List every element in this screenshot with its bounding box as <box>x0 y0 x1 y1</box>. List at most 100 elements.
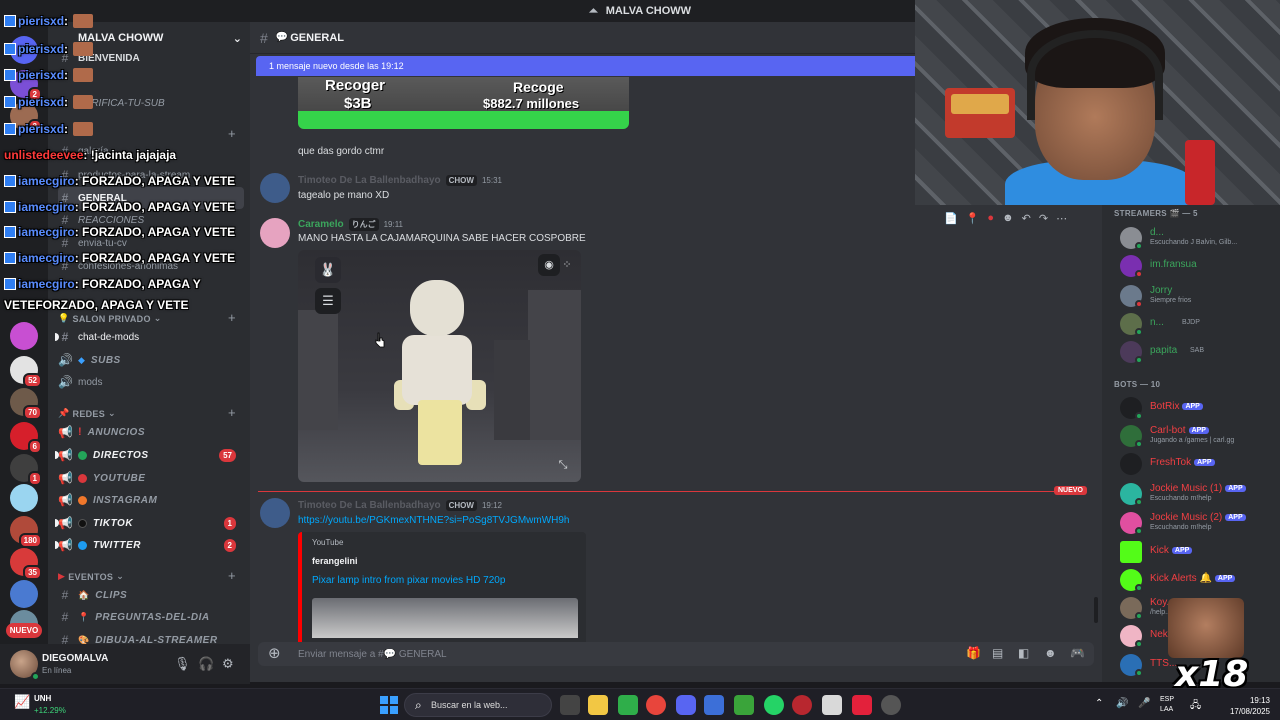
channel-directos[interactable]: 📢 DIRECTOS 57 <box>55 444 244 466</box>
member-item[interactable]: FreshTok APP <box>1120 451 1278 477</box>
game-screenshot-image[interactable]: Recoger $3B Recoge $882.7 millones <box>298 77 629 129</box>
plus-icon[interactable]: + <box>228 405 236 420</box>
message-input[interactable] <box>298 642 898 666</box>
server-icon-10[interactable]: 35 <box>10 548 42 580</box>
category-eventos[interactable]: ▶ EVENTOS ⌄ <box>58 571 124 582</box>
channel-chat-de-mods[interactable]: # chat-de-mods <box>55 326 244 348</box>
author-name[interactable]: Timoteo De La Ballenbadhayo <box>298 175 441 186</box>
member-item[interactable]: BotRix APP <box>1120 395 1278 421</box>
channel-youtube[interactable]: 📢 YOUTUBE <box>58 467 244 489</box>
obs-icon[interactable] <box>881 695 901 715</box>
grid-icon[interactable]: ⁘ <box>556 254 578 276</box>
palette-icon: 🎨 <box>78 634 90 645</box>
channel-clips[interactable]: # 🏠 CLIPS <box>58 584 244 606</box>
channel-twitter[interactable]: 📢 TWITTER 2 <box>55 534 244 556</box>
channel-preguntas[interactable]: # 📍 PREGUNTAS-DEL-DIA <box>58 606 244 628</box>
collapse-icon[interactable]: ⤡ <box>552 454 574 476</box>
embed-author[interactable]: ferangelini <box>312 556 358 566</box>
sticker-icon[interactable]: ◧ <box>1018 646 1029 660</box>
server-icon-6[interactable]: 6 <box>10 422 42 454</box>
volume-icon[interactable]: 🔊 <box>1116 698 1128 709</box>
headphones-icon[interactable]: 🎧 <box>198 656 214 672</box>
store-icon[interactable] <box>704 695 724 715</box>
windows-start-icon[interactable] <box>380 696 398 714</box>
member-item[interactable]: n... BJDP <box>1120 311 1278 337</box>
microphone-icon[interactable]: 🎙 <box>174 656 191 672</box>
member-item[interactable]: Jockie Music (2) APP Escuchando m!help <box>1120 510 1278 536</box>
xbox-icon[interactable] <box>618 695 638 715</box>
new-unreads-pill[interactable]: NUEVO <box>6 623 42 638</box>
pin-icon[interactable]: 📍 <box>966 212 980 225</box>
chrome-icon[interactable] <box>646 695 666 715</box>
emoji-icon[interactable]: ☻ <box>1044 646 1057 660</box>
taskbar-clock[interactable]: 19:13 17/08/2025 <box>1222 695 1270 717</box>
language-indicator[interactable]: ESP LAA <box>1160 695 1174 715</box>
task-view-icon[interactable] <box>560 695 580 715</box>
whatsapp-icon[interactable] <box>764 695 784 715</box>
server-icon-3[interactable] <box>10 322 38 350</box>
author-name[interactable]: Timoteo De La Ballenbadhayo <box>298 500 441 511</box>
channel-instagram[interactable]: 📢 INSTAGRAM <box>58 489 244 511</box>
stream-chat-line: iamecgiro: FORZADO, APAGA Y <box>4 277 201 291</box>
ticker-name[interactable]: UNH <box>34 694 51 703</box>
member-item[interactable]: Kick Alerts 🔔 APP <box>1120 567 1278 593</box>
gift-icon[interactable]: 🎁 <box>966 646 981 660</box>
member-item[interactable]: Jorry Siempre frios <box>1120 283 1278 309</box>
chevron-up-icon[interactable]: ⌃ <box>1095 698 1103 709</box>
microphone-icon[interactable]: 🎤 <box>1138 698 1150 709</box>
gif-icon[interactable]: ▤ <box>992 646 1003 660</box>
member-item[interactable]: Kick APP <box>1120 539 1278 565</box>
forward-icon[interactable]: ↷ <box>1039 212 1048 225</box>
member-item[interactable]: Carl-bot APP Jugando a /games | carl.gg <box>1120 423 1278 449</box>
plus-icon[interactable]: + <box>228 568 236 583</box>
sliders-icon[interactable]: ☰ <box>315 288 341 314</box>
server-icon-8[interactable] <box>10 484 38 512</box>
member-item[interactable]: im.fransua <box>1120 253 1278 279</box>
reply-icon[interactable]: ↶ <box>1022 212 1031 225</box>
emoji-icon[interactable]: ☻ <box>1002 212 1014 224</box>
stream-chat-line: iamecgiro: FORZADO, APAGA Y VETE <box>4 174 235 188</box>
roblox-avatar-image[interactable]: 🐰 ☰ ◉ ⁘ ⤡ <box>298 250 581 482</box>
gamepad-icon[interactable]: 🎮 <box>1070 646 1085 660</box>
channel-mods[interactable]: 🔊 mods <box>58 371 244 393</box>
discord-icon[interactable] <box>676 695 696 715</box>
plus-circle-icon[interactable]: ⊕ <box>268 644 281 662</box>
channel-dibuja[interactable]: # 🎨 DIBUJA-AL-STREAMER <box>58 629 244 644</box>
server-badge: 1 <box>27 471 42 486</box>
app-badge: APP <box>1182 403 1203 410</box>
embed-title[interactable]: Pixar lamp intro from pixar movies HD 72… <box>312 575 505 586</box>
taskbar-search[interactable]: ⌕ Buscar en la web... <box>404 693 552 717</box>
member-item[interactable]: d... Escuchando J Balvin, Gilb... <box>1120 225 1278 251</box>
video-thumbnail[interactable] <box>312 598 578 638</box>
channel-subs[interactable]: 🔊 ◆ SUBS <box>58 349 244 371</box>
channel-tiktok[interactable]: 📢 TIKTOK 1 <box>55 512 244 534</box>
category-redes[interactable]: 📌 REDES ⌄ <box>58 408 116 419</box>
channel-title: GENERAL <box>290 31 345 44</box>
message-link[interactable]: https://youtu.be/PGKmexNTHNE?si=PoSg8TVJ… <box>298 515 569 526</box>
member-item[interactable]: papita SAB <box>1120 339 1278 365</box>
channel-anuncios[interactable]: 📢! ANUNCIOS <box>58 421 244 443</box>
server-icon-7[interactable]: 1 <box>10 454 42 486</box>
server-icon-11[interactable] <box>10 580 38 608</box>
new-messages-banner[interactable]: 1 mensaje nuevo desde las 19:12 <box>256 56 918 76</box>
server-icon-5[interactable]: 70 <box>10 388 42 420</box>
server-icon-9[interactable]: 180 <box>10 516 42 548</box>
app-icon-red[interactable] <box>852 695 872 715</box>
notes-icon[interactable] <box>822 695 842 715</box>
avatar[interactable] <box>260 498 290 528</box>
member-item[interactable]: Jockie Music (1) APP Escuchando m!help <box>1120 481 1278 507</box>
opera-icon[interactable] <box>792 695 812 715</box>
minecraft-icon[interactable] <box>734 695 754 715</box>
server-icon-4[interactable]: 52 <box>10 356 42 388</box>
author-name[interactable]: Caramelo <box>298 219 344 230</box>
more-icon[interactable]: ⋯ <box>1056 212 1067 225</box>
server-badge: 6 <box>27 439 42 454</box>
network-icon[interactable]: 🖧 <box>1190 698 1201 715</box>
document-icon[interactable]: 📄 <box>944 212 958 225</box>
record-icon[interactable]: ● <box>987 212 994 224</box>
message-text: MANO HASTA LA CAJAMARQUINA SABE HACER CO… <box>298 233 586 244</box>
scrollbar-thumb[interactable] <box>1094 597 1098 623</box>
bunny-icon[interactable]: 🐰 <box>315 257 341 283</box>
gear-icon[interactable]: ⚙ <box>222 656 234 672</box>
file-explorer-icon[interactable] <box>588 695 608 715</box>
